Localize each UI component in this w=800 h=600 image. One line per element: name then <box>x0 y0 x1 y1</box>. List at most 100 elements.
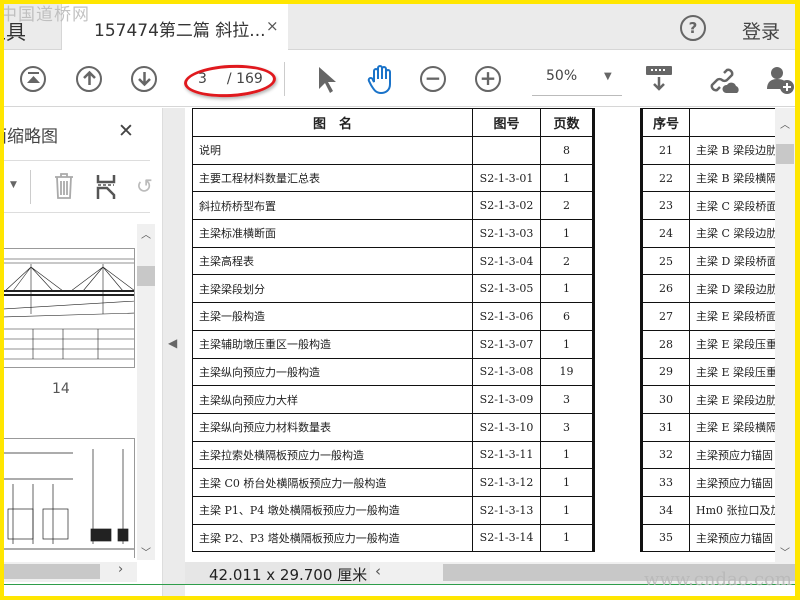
scroll-up-icon[interactable]: ︿ <box>780 116 790 131</box>
drawing-name: 主梁 D 梁段边肋 <box>689 274 775 304</box>
share-link-icon[interactable] <box>710 65 742 95</box>
table-row: 主梁标准横断面 S2-1-3-03 1 <box>192 219 594 248</box>
drawing-number: S2-1-3-07 <box>472 329 541 359</box>
serial-number: 21 <box>641 136 690 165</box>
add-user-icon[interactable] <box>766 65 795 95</box>
trash-icon[interactable] <box>53 172 75 200</box>
panel-collapse-gutter[interactable]: ◀ <box>162 108 185 596</box>
arrow-down-icon <box>137 72 151 87</box>
thumbnails-panel: 面缩略图 ✕ ▼ ↺ 14 ︿ ﹀ › <box>4 108 162 596</box>
scroll-thumb[interactable] <box>137 266 155 286</box>
tab-document[interactable]: 157474第二篇 斜拉... <box>62 4 288 51</box>
drawing-number: S2-1-3-03 <box>472 219 541 248</box>
table-row: 34 Hm0 张拉口及加 <box>641 495 775 525</box>
help-button[interactable]: ? <box>680 15 706 41</box>
scroll-left-icon[interactable]: ‹ <box>375 562 381 580</box>
next-page-button[interactable] <box>131 66 157 92</box>
serial-number: 30 <box>641 385 690 414</box>
table-row: 28 主梁 E 梁段压重 <box>641 329 775 359</box>
page-count: 1 <box>540 163 594 193</box>
table-row: 33 主梁预应力锚固 <box>641 468 775 497</box>
extract-pages-icon[interactable] <box>95 174 117 200</box>
page-count: 19 <box>540 357 594 387</box>
page-thumbnail-14[interactable] <box>4 248 135 368</box>
drawing-name: 主梁 E 梁段压重 <box>689 329 775 359</box>
toolbar-divider <box>284 62 285 96</box>
serial-number: 27 <box>641 302 690 331</box>
page-count: 1 <box>540 274 594 304</box>
table-row: 32 主梁预应力锚固 <box>641 440 775 470</box>
divider <box>4 212 150 213</box>
tab-close-button[interactable]: × <box>266 17 279 35</box>
drawing-index-table-right: 序号 21 主梁 B 梁段边肋 22 主梁 B 梁段横隔 23 主梁 C 梁段桥面 24 主梁… <box>640 108 775 553</box>
drawing-name: 主梁 D 梁段桥面 <box>689 246 775 276</box>
serial-number: 22 <box>641 163 690 193</box>
thumbnail-horizontal-scrollbar[interactable]: › <box>4 562 137 582</box>
page-count: 1 <box>540 495 594 525</box>
serial-number: 24 <box>641 219 690 248</box>
table-row: 斜拉桥桥型布置 S2-1-3-02 2 <box>192 191 594 221</box>
zoom-out-button[interactable]: − <box>420 66 446 92</box>
table-row: 主梁纵向预应力材料数量表 S2-1-3-10 3 <box>192 412 594 442</box>
scroll-thumb[interactable] <box>776 144 794 164</box>
table-row: 主梁一般构造 S2-1-3-06 6 <box>192 302 594 331</box>
page-thumbnail-15[interactable] <box>4 438 135 558</box>
drawing-name: 主梁 P2、P3 塔处横隔板预应力一般构造 <box>192 523 473 553</box>
zoom-dropdown[interactable]: 50% ▼ <box>532 68 622 96</box>
previous-page-button[interactable] <box>76 66 102 92</box>
drawing-name: 主梁辅助墩压重区一般构造 <box>192 329 473 359</box>
page-count: 6 <box>540 302 594 331</box>
scroll-down-icon[interactable]: ﹀ <box>780 544 790 559</box>
collapse-left-icon[interactable]: ◀ <box>168 336 177 350</box>
drawing-number: S2-1-3-04 <box>472 246 541 276</box>
rotate-icon[interactable]: ↺ <box>136 174 153 198</box>
scroll-up-icon[interactable]: ︿ <box>141 226 151 241</box>
first-page-button[interactable] <box>20 66 46 92</box>
drawing-number: S2-1-3-11 <box>472 440 541 470</box>
drawing-name: 主梁标准横断面 <box>192 219 473 248</box>
scroll-right-icon[interactable]: › <box>118 562 123 577</box>
column-header: 图号 <box>472 108 541 137</box>
select-cursor-icon[interactable] <box>316 65 338 95</box>
close-panel-button[interactable]: ✕ <box>118 120 134 142</box>
serial-number: 35 <box>641 523 690 553</box>
app-window: 工具 157474第二篇 斜拉... × ? 登录 3/ 169 − + 50%… <box>4 4 795 596</box>
serial-number: 25 <box>641 246 690 276</box>
drawing-number: S2-1-3-10 <box>472 412 541 442</box>
table-row: 25 主梁 D 梁段桥面 <box>641 246 775 276</box>
table-row: 35 主梁预应力锚固 <box>641 523 775 553</box>
page-count: 1 <box>540 329 594 359</box>
document-view[interactable]: 图 名 图号 页数 说明 8 主要工程材料数量汇总表 S2-1-3-01 1 斜拉桥桥型布… <box>185 108 775 562</box>
page-count: 1 <box>540 440 594 470</box>
drawing-name: 说明 <box>192 136 473 165</box>
table-row: 26 主梁 D 梁段边肋 <box>641 274 775 304</box>
scroll-down-icon[interactable]: ﹀ <box>141 544 151 559</box>
drawing-name: Hm0 张拉口及加 <box>689 495 775 525</box>
table-row: 31 主梁 E 梁段横隔 <box>641 412 775 442</box>
login-button[interactable]: 登录 <box>742 17 780 44</box>
table-row: 主梁 C0 桥台处横隔板预应力一般构造 S2-1-3-12 1 <box>192 468 594 497</box>
download-icon[interactable] <box>644 64 674 94</box>
drawing-name: 斜拉桥桥型布置 <box>192 191 473 221</box>
document-vertical-scrollbar[interactable]: ︿ ﹀ <box>775 108 795 562</box>
watermark-top: 中国道桥网 <box>4 5 90 25</box>
table-row: 22 主梁 B 梁段横隔 <box>641 163 775 193</box>
options-chevron-icon[interactable]: ▼ <box>10 180 17 190</box>
zoom-in-button[interactable]: + <box>475 66 501 92</box>
scroll-thumb[interactable] <box>4 564 100 579</box>
serial-number: 23 <box>641 191 690 221</box>
drawing-number: S2-1-3-14 <box>472 523 541 553</box>
serial-number: 32 <box>641 440 690 470</box>
drawing-name: 主要工程材料数量汇总表 <box>192 163 473 193</box>
serial-number: 26 <box>641 274 690 304</box>
drawing-number: S2-1-3-06 <box>472 302 541 331</box>
drawing-name: 主梁预应力锚固 <box>689 440 775 470</box>
drawing-name: 主梁一般构造 <box>192 302 473 331</box>
thumbnail-vertical-scrollbar[interactable]: ︿ ﹀ <box>137 224 155 560</box>
panel-title: 面缩略图 <box>4 127 58 147</box>
serial-number: 34 <box>641 495 690 525</box>
hand-tool-icon[interactable] <box>366 64 396 96</box>
table-row: 主梁梁段划分 S2-1-3-05 1 <box>192 274 594 304</box>
table-row: 说明 8 <box>192 136 594 165</box>
drawing-number: S2-1-3-09 <box>472 385 541 414</box>
